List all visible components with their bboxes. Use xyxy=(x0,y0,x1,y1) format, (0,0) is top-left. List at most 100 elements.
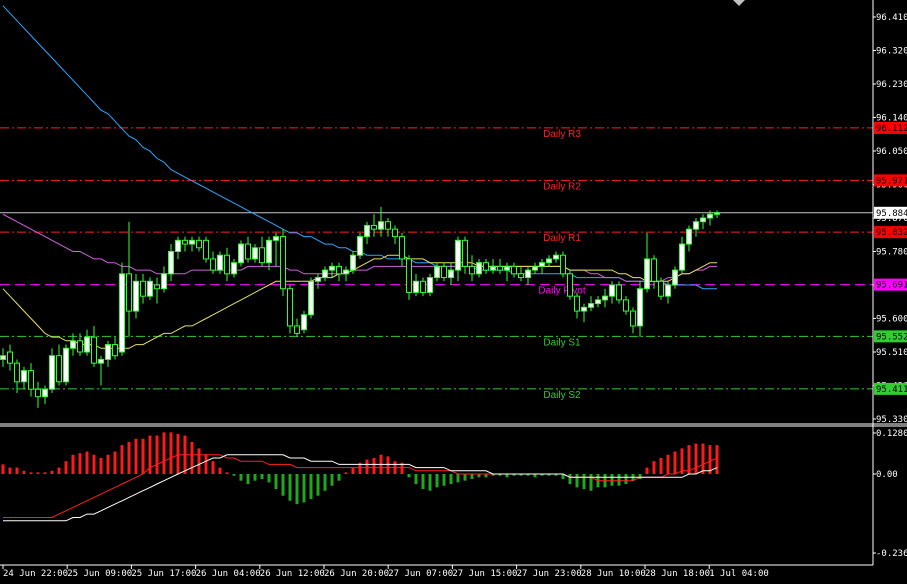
oscillator-bar xyxy=(106,454,110,474)
x-tick-label: 25 Jun 17:00 xyxy=(131,569,196,579)
candle-body xyxy=(476,262,482,275)
oscillator-bar xyxy=(57,467,61,474)
oscillator-bar xyxy=(505,474,509,478)
candle-body xyxy=(490,265,496,271)
oscillator-bar xyxy=(316,474,320,496)
candle-body xyxy=(49,355,55,390)
oscillator-bar xyxy=(71,454,75,474)
candle-body xyxy=(672,269,678,286)
candle-body xyxy=(371,224,377,230)
x-tick-label: 27 Jun 07:00 xyxy=(388,569,453,579)
candle-body xyxy=(700,217,706,223)
oscillator-bar xyxy=(337,474,341,481)
price-tag-label: 96.112 xyxy=(876,124,907,134)
candle-body xyxy=(658,280,664,297)
candle-body xyxy=(161,273,167,290)
oscillator-bar xyxy=(365,459,369,474)
oscillator-bar xyxy=(120,445,124,474)
oscillator-bar xyxy=(659,457,663,474)
oscillator-bar xyxy=(673,451,677,474)
osc-tick-label: 0.00 xyxy=(876,470,898,480)
price-tag-label: 95.552 xyxy=(876,332,907,342)
candle-body xyxy=(119,273,125,353)
candle-body xyxy=(630,310,636,327)
candle-body xyxy=(511,265,517,275)
candle-body xyxy=(182,239,188,245)
candle-body xyxy=(560,254,566,275)
candle-body xyxy=(623,299,629,312)
oscillator-bar xyxy=(435,474,439,488)
oscillator-bar xyxy=(407,474,411,478)
oscillator-bar xyxy=(694,443,698,474)
candle-body xyxy=(406,258,412,293)
pivot-label: Daily S2 xyxy=(543,390,581,401)
oscillator-bar xyxy=(575,474,579,488)
oscillator-bar xyxy=(267,474,271,483)
oscillator-bar xyxy=(330,474,334,486)
pivot-label: Daily R2 xyxy=(543,181,581,192)
price-tag-label: 95.971 xyxy=(876,176,907,186)
oscillator-bar xyxy=(218,467,222,474)
oscillator-bar xyxy=(274,474,278,490)
candle-body xyxy=(98,358,104,364)
candle-body xyxy=(364,224,370,238)
oscillator-bar xyxy=(36,472,40,474)
oscillator-bar xyxy=(414,474,418,485)
candle-body xyxy=(189,239,195,245)
oscillator-bar xyxy=(78,453,82,474)
oscillator-bar xyxy=(323,474,327,491)
candle-body xyxy=(126,273,132,312)
candle-body xyxy=(483,262,489,271)
oscillator-bar xyxy=(113,451,117,474)
candle-body xyxy=(469,265,475,275)
y-tick-label: 95.510 xyxy=(876,348,907,358)
candle-body xyxy=(546,258,552,264)
candle-body xyxy=(392,228,398,238)
candle-body xyxy=(651,258,657,282)
oscillator-bar xyxy=(645,467,649,474)
candle-body xyxy=(35,388,41,398)
oscillator-bar xyxy=(470,474,474,480)
oscillator-bar xyxy=(533,474,537,478)
candle-body xyxy=(413,280,419,293)
oscillator-bar xyxy=(568,474,572,485)
oscillator-bar xyxy=(582,474,586,490)
x-tick-label: 27 Jun 23:00 xyxy=(517,569,582,579)
candle-body xyxy=(175,239,181,252)
oscillator-bar xyxy=(134,438,138,474)
oscillator-bar xyxy=(22,470,26,474)
oscillator-bar xyxy=(190,441,194,474)
oscillator-bar xyxy=(302,474,306,503)
oscillator-bar xyxy=(8,467,12,474)
candle-body xyxy=(245,243,251,260)
candle-body xyxy=(252,247,258,260)
oscillator-bar xyxy=(197,448,201,474)
y-tick-label: 95.330 xyxy=(876,415,907,425)
trading-chart[interactable]: Daily R3 Daily R2 Daily R1 Daily Pivot Daily… xyxy=(0,0,907,584)
candle-body xyxy=(714,212,720,215)
candle-body xyxy=(567,273,573,297)
oscillator-bar xyxy=(169,432,173,474)
oscillator-bar xyxy=(442,474,446,486)
candle-body xyxy=(602,295,608,301)
oscillator-bar xyxy=(449,474,453,485)
candle-body xyxy=(84,336,90,353)
oscillator-bar xyxy=(666,454,670,474)
pivot-label: Daily Pivot xyxy=(538,286,585,297)
x-tick-label: 26 Jun 12:00 xyxy=(260,569,325,579)
candle-body xyxy=(266,239,272,264)
oscillator-bar xyxy=(239,474,243,481)
oscillator-bar xyxy=(29,472,33,474)
candle-body xyxy=(665,284,671,297)
candle-body xyxy=(133,280,139,312)
candle-body xyxy=(7,351,13,364)
candle-body xyxy=(693,221,699,230)
oscillator-bar xyxy=(281,474,285,496)
candle-body xyxy=(294,325,300,334)
candle-body xyxy=(91,336,97,364)
pivot-label: Daily R3 xyxy=(543,129,581,140)
candle-body xyxy=(63,347,69,383)
price-tag-label: 95.411 xyxy=(876,385,907,395)
x-tick-label: 26 Jun 04:00 xyxy=(196,569,261,579)
y-tick-label: 96.230 xyxy=(876,80,907,90)
